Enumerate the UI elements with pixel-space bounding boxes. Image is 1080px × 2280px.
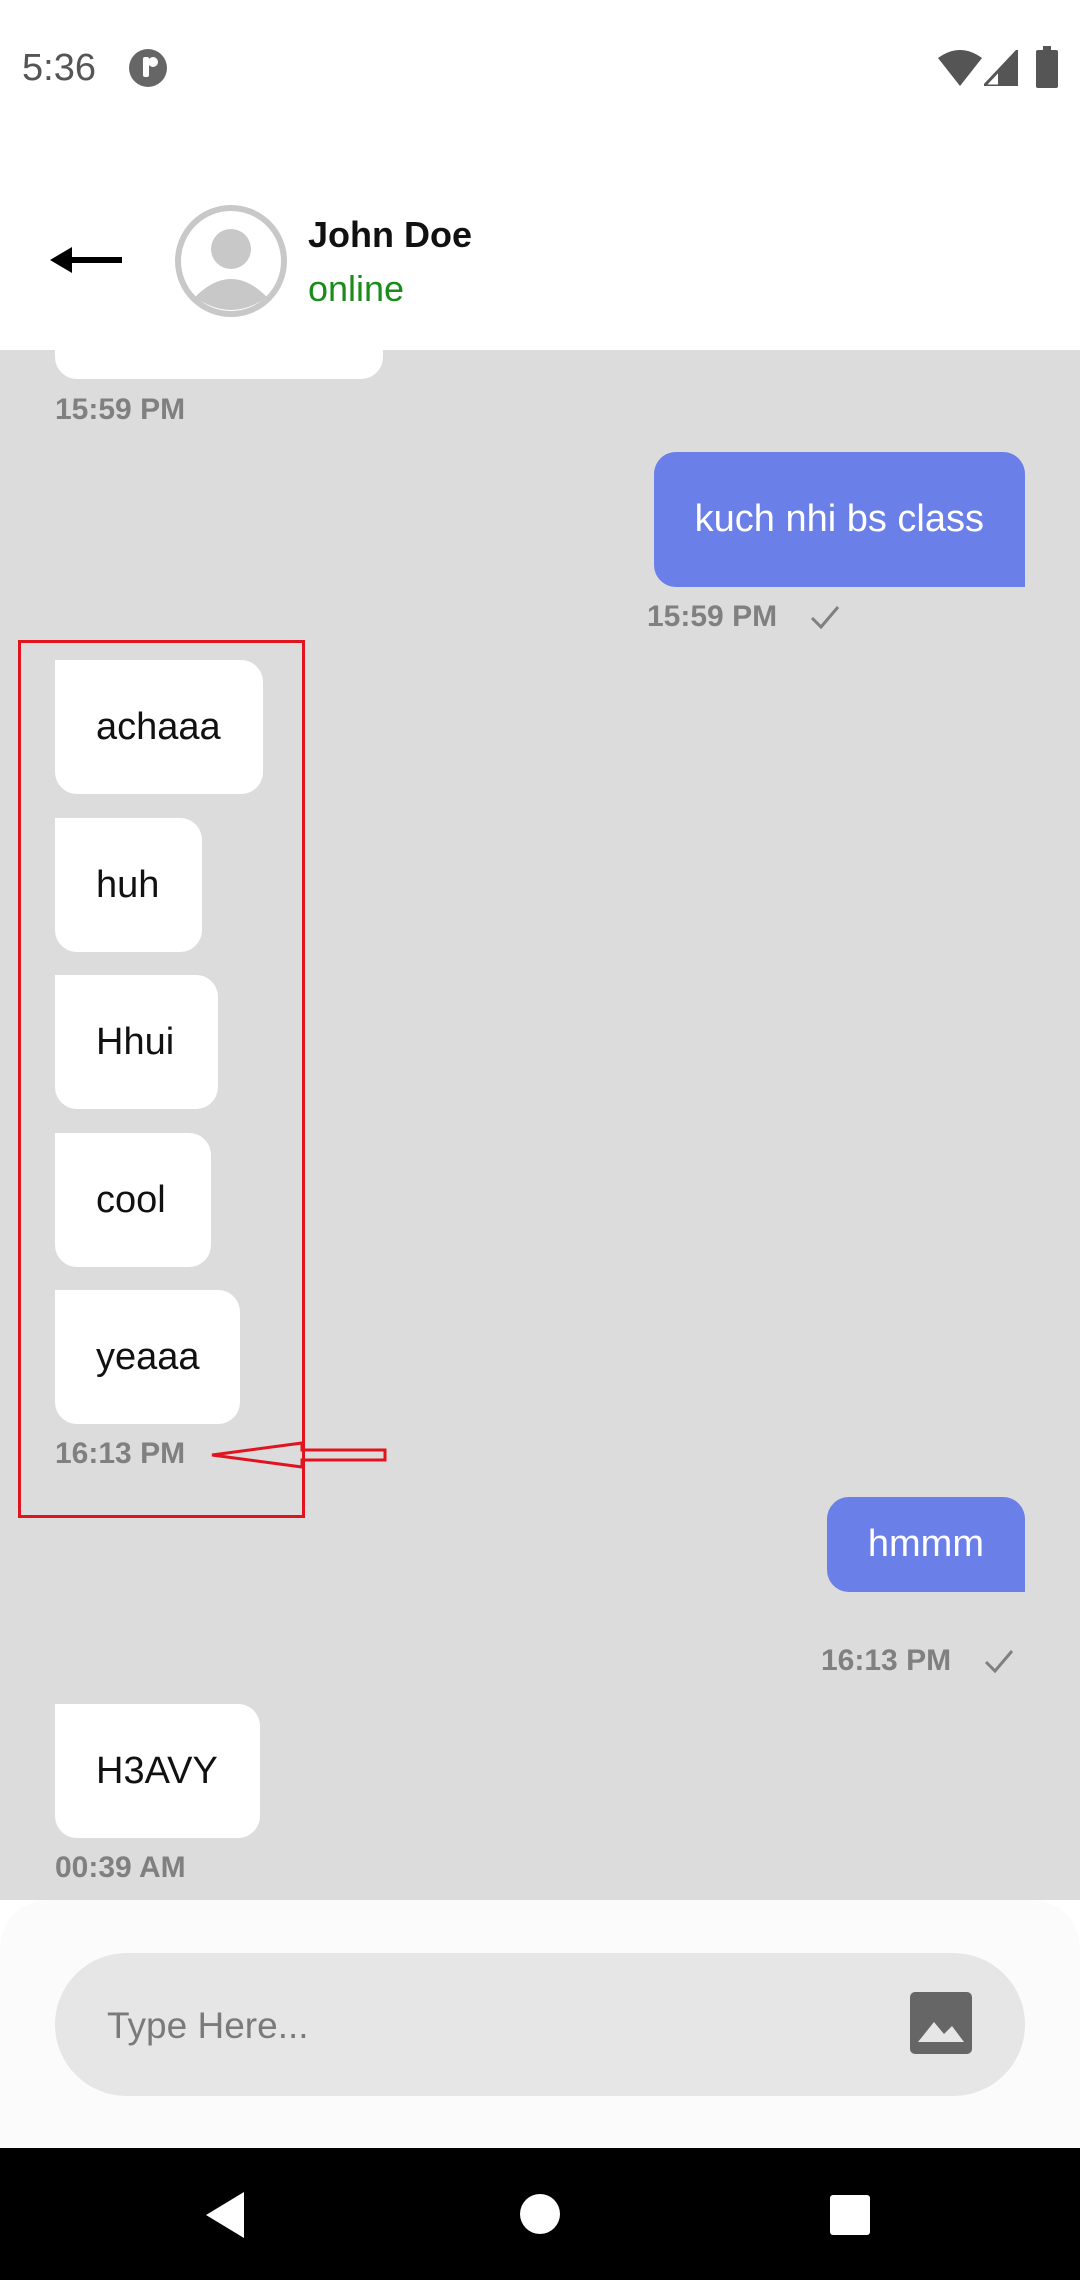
check-icon	[984, 1650, 1014, 1674]
arrow-left-icon	[50, 247, 122, 273]
message-timestamp: 15:59 PM	[55, 393, 186, 426]
wifi-icon	[938, 50, 982, 86]
back-button[interactable]	[50, 235, 125, 285]
message-bubble-outgoing[interactable]: kuch nhi bs class	[653, 452, 1025, 587]
message-input[interactable]	[105, 1990, 869, 2062]
nav-recents-icon	[830, 2195, 870, 2235]
chat-header	[0, 140, 1080, 350]
message-bubble-incoming[interactable]	[55, 350, 383, 379]
nav-recents-button[interactable]	[828, 2193, 872, 2237]
annotation-highlight-box	[18, 640, 305, 1518]
check-icon	[810, 606, 840, 630]
battery-icon	[1036, 46, 1058, 88]
nav-back-button[interactable]	[204, 2190, 248, 2240]
message-timestamp: 15:59 PM	[647, 600, 778, 633]
default-avatar-icon	[175, 205, 287, 317]
signal-icon	[984, 50, 1018, 86]
message-timestamp: 16:13 PM	[821, 1644, 952, 1677]
nav-home-button[interactable]	[518, 2192, 562, 2236]
image-attach-button[interactable]	[908, 1990, 974, 2056]
nav-home-icon	[520, 2194, 560, 2234]
app-indicator-icon	[129, 49, 167, 87]
nav-back-icon	[206, 2192, 244, 2238]
annotation-arrow-icon	[211, 1441, 387, 1469]
image-icon	[910, 1992, 972, 2054]
status-time: 5:36	[22, 47, 96, 89]
message-bubble-outgoing[interactable]: hmmm	[826, 1497, 1025, 1592]
message-bubble-incoming[interactable]: H3AVY	[55, 1704, 260, 1838]
avatar[interactable]	[175, 205, 287, 317]
contact-name: John Doe	[308, 214, 473, 255]
contact-status: online	[308, 268, 405, 309]
message-timestamp: 00:39 AM	[55, 1851, 186, 1884]
